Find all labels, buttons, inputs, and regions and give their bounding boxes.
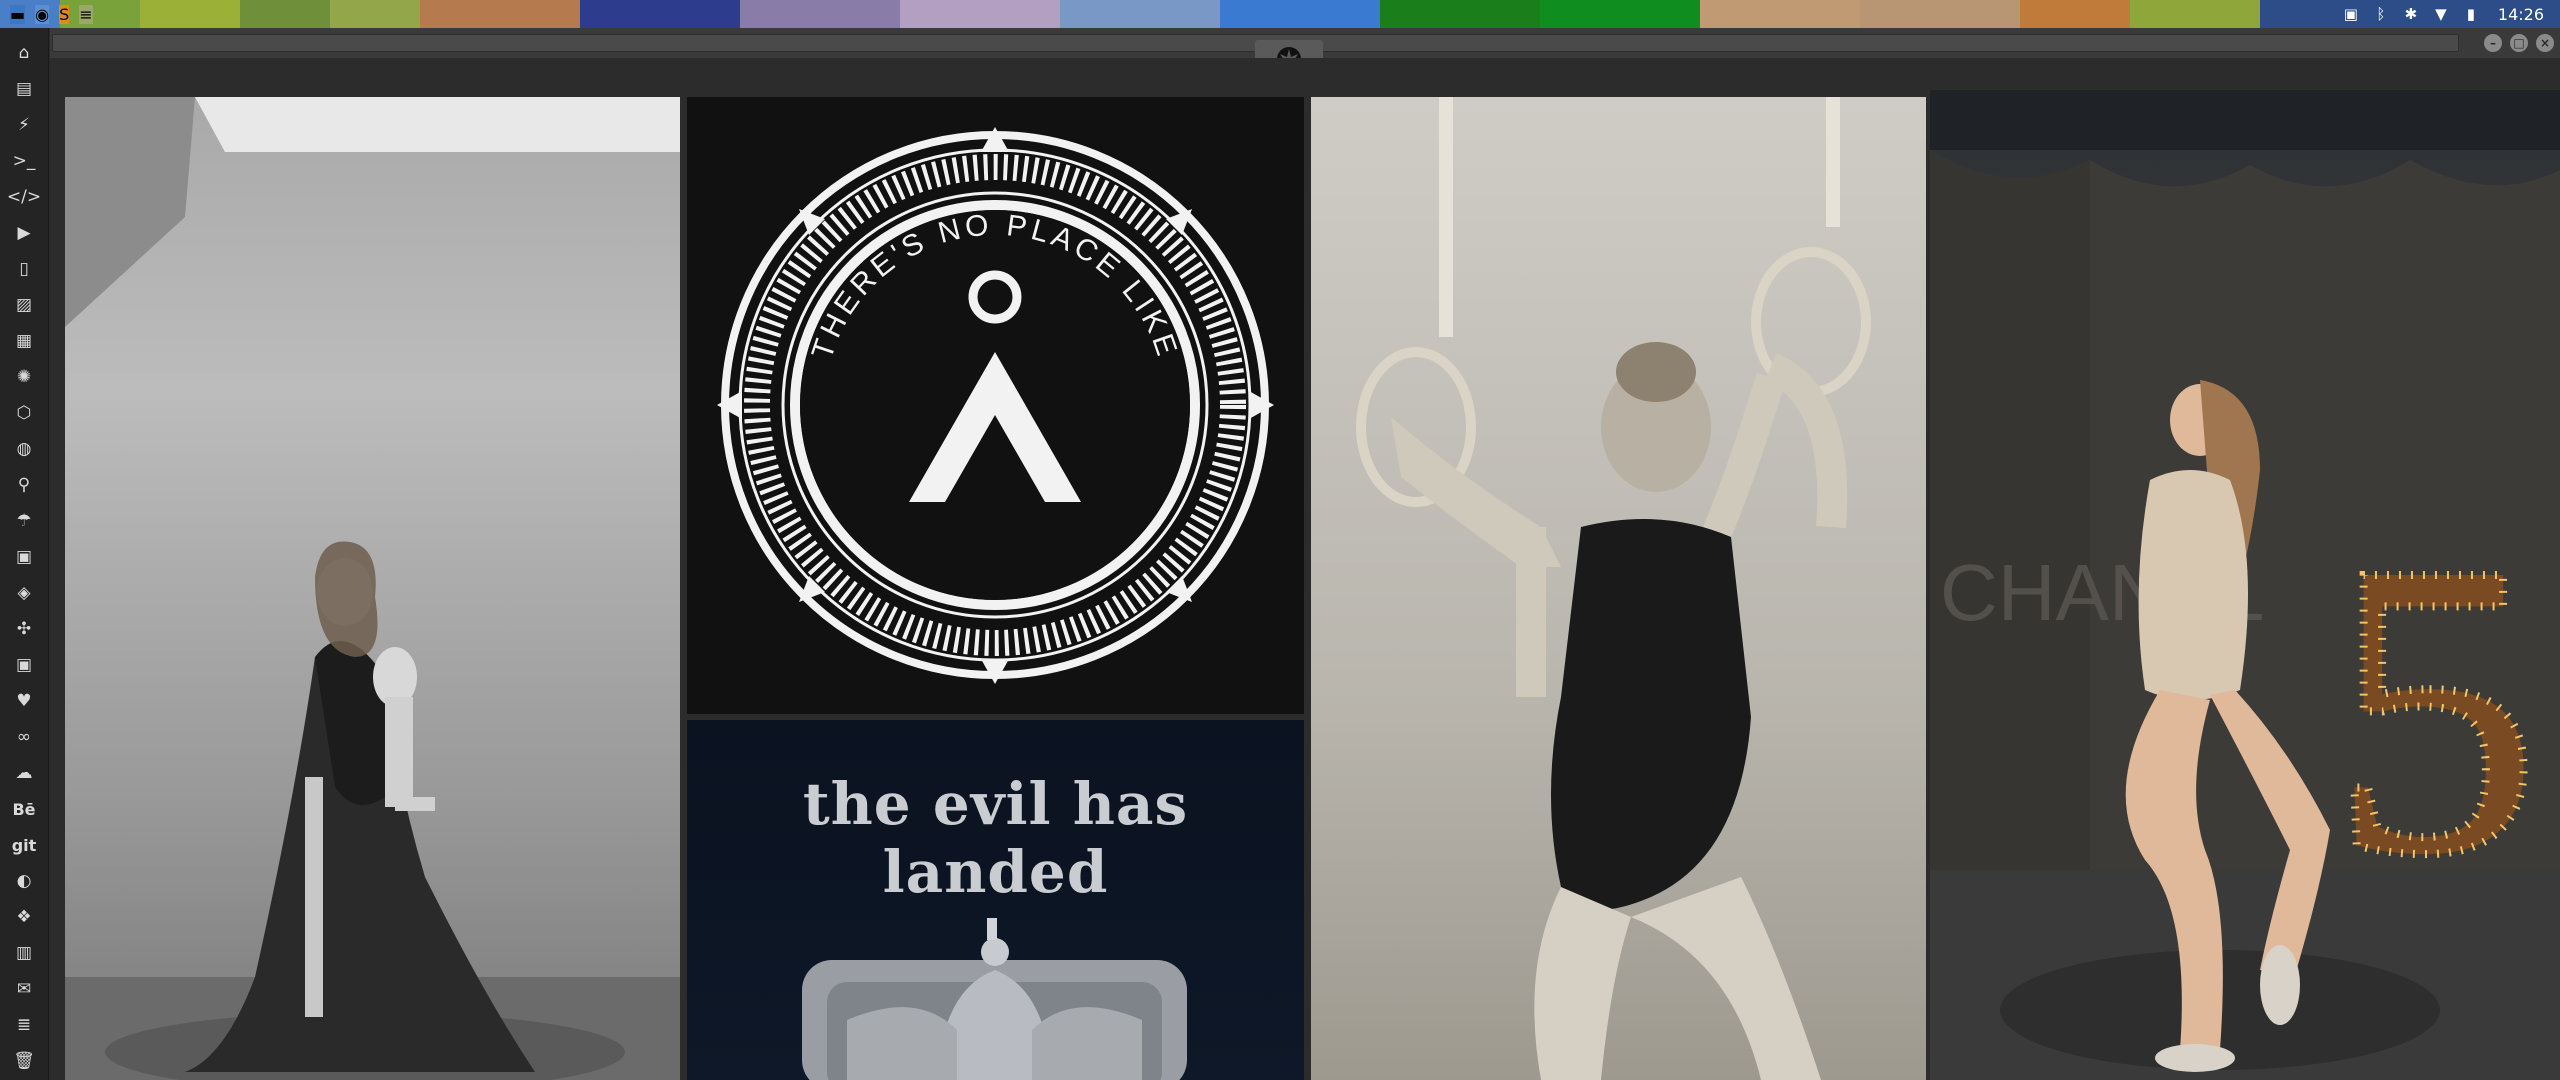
taskbar-window-segment[interactable] bbox=[140, 0, 240, 28]
play-icon[interactable]: ▶ bbox=[0, 216, 48, 250]
battery-icon[interactable]: ▮ bbox=[2462, 5, 2480, 23]
folder-icon[interactable]: ▬ bbox=[10, 4, 26, 24]
umbrella-icon[interactable]: ☂ bbox=[0, 504, 48, 538]
document-icon[interactable]: ▤ bbox=[0, 72, 48, 106]
alert-icon[interactable]: ✱ bbox=[2402, 5, 2420, 23]
taskbar-window-segment[interactable] bbox=[330, 0, 420, 28]
mother-child-illustration bbox=[65, 97, 680, 1080]
sublime-icon[interactable]: S bbox=[59, 4, 70, 24]
bluetooth-icon[interactable]: ᛒ bbox=[2372, 5, 2390, 23]
taskbar-window-segment[interactable] bbox=[2020, 0, 2130, 28]
contact-icon[interactable]: ▣ bbox=[0, 540, 48, 574]
system-tray: ▣ ᛒ ✱ ▼ ▮ 14:26 bbox=[2341, 0, 2560, 28]
sidebar: ⌂ ▤ ⚡ >_ </> ▶ ▯ ▨ ▦ ✺ ⬡ ◍ ⚲ ☂ ▣ ◈ ✣ ▣ ♥ ∞ ☁ Bē git ◐ ❖ ▥ ✉ ≣ 🗑 bbox=[0, 28, 49, 1080]
taskbar-window-segment[interactable] bbox=[2130, 0, 2260, 28]
git-icon[interactable]: git bbox=[0, 828, 48, 862]
screenshot-icon[interactable]: ▣ bbox=[2342, 5, 2360, 23]
link-icon[interactable]: ∞ bbox=[0, 720, 48, 754]
evil-has-landed-poster[interactable]: the evil has landed bbox=[687, 720, 1304, 1080]
behance-icon[interactable]: Bē bbox=[0, 792, 48, 826]
youtube-icon[interactable]: ▣ bbox=[0, 648, 48, 682]
home-icon[interactable]: ⌂ bbox=[0, 36, 48, 70]
hexagon-icon[interactable]: ⬡ bbox=[0, 396, 48, 430]
taskbar-window-segment[interactable] bbox=[900, 0, 1060, 28]
photo-gymnast-rings[interactable] bbox=[1311, 97, 1926, 1080]
chrome-icon[interactable]: ◉ bbox=[35, 4, 50, 24]
taskbar-window-segment[interactable] bbox=[1700, 0, 1860, 28]
window-controls: – □ × bbox=[2484, 34, 2554, 52]
code-icon[interactable]: </> bbox=[0, 180, 48, 214]
taskbar-window-segment[interactable] bbox=[240, 0, 330, 28]
search-icon[interactable]: ⚲ bbox=[0, 468, 48, 502]
top-taskbar bbox=[0, 0, 2560, 28]
taskbar-window-segment[interactable] bbox=[1860, 0, 2020, 28]
heart-icon[interactable]: ♥ bbox=[0, 684, 48, 718]
taskbar-window-segment[interactable] bbox=[1060, 0, 1220, 28]
stargate-emblem: THERE'S NO PLACE LIKE bbox=[717, 127, 1274, 684]
news-icon[interactable]: ▦ bbox=[0, 324, 48, 358]
taskbar-window-segment[interactable] bbox=[1380, 0, 1540, 28]
notes-icon[interactable]: ≡ bbox=[79, 4, 93, 24]
bolt-icon[interactable]: ⚡ bbox=[0, 108, 48, 142]
taskbar-window-segment[interactable] bbox=[420, 0, 580, 28]
github-icon[interactable]: ◐ bbox=[0, 864, 48, 898]
expand-icon[interactable]: ✣ bbox=[0, 612, 48, 646]
map-icon[interactable]: ▥ bbox=[0, 936, 48, 970]
taskbar-window-segment[interactable] bbox=[1220, 0, 1380, 28]
globe-icon[interactable]: ◍ bbox=[0, 432, 48, 466]
tablet-icon[interactable]: ▯ bbox=[0, 252, 48, 286]
gymnast-illustration bbox=[1356, 97, 1871, 1080]
cloud-icon[interactable]: ☁ bbox=[0, 756, 48, 790]
minimize-button[interactable]: – bbox=[2484, 34, 2502, 52]
taskbar-window-segment[interactable] bbox=[740, 0, 900, 28]
chanel-illustration: CHANEL 5 bbox=[1930, 90, 2560, 1080]
photo-chanel-five[interactable]: CHANEL 5 bbox=[1930, 90, 2560, 1080]
stargate-poster[interactable]: THERE'S NO PLACE LIKE bbox=[687, 97, 1304, 714]
taskbar-window-segment[interactable] bbox=[580, 0, 740, 28]
image-icon[interactable]: ▨ bbox=[0, 288, 48, 322]
maximize-button[interactable]: □ bbox=[2510, 34, 2528, 52]
terminal-icon[interactable]: >_ bbox=[0, 144, 48, 178]
photo-mother-child[interactable] bbox=[65, 97, 680, 1080]
clock[interactable]: 14:26 bbox=[2498, 5, 2544, 24]
server-icon[interactable]: ≣ bbox=[0, 1008, 48, 1042]
aperture-icon[interactable]: ✺ bbox=[0, 360, 48, 394]
wifi-icon[interactable]: ▼ bbox=[2432, 5, 2450, 23]
mail-icon[interactable]: ✉ bbox=[0, 972, 48, 1006]
close-button[interactable]: × bbox=[2536, 34, 2554, 52]
tag-icon[interactable]: ◈ bbox=[0, 576, 48, 610]
eagle-emblem bbox=[802, 918, 1187, 1080]
cubes-icon[interactable]: ❖ bbox=[0, 900, 48, 934]
taskbar-apps: ▬ ◉ S ≡ bbox=[0, 0, 93, 28]
trash-icon[interactable]: 🗑 bbox=[0, 1044, 48, 1078]
taskbar-window-segment[interactable] bbox=[1540, 0, 1700, 28]
